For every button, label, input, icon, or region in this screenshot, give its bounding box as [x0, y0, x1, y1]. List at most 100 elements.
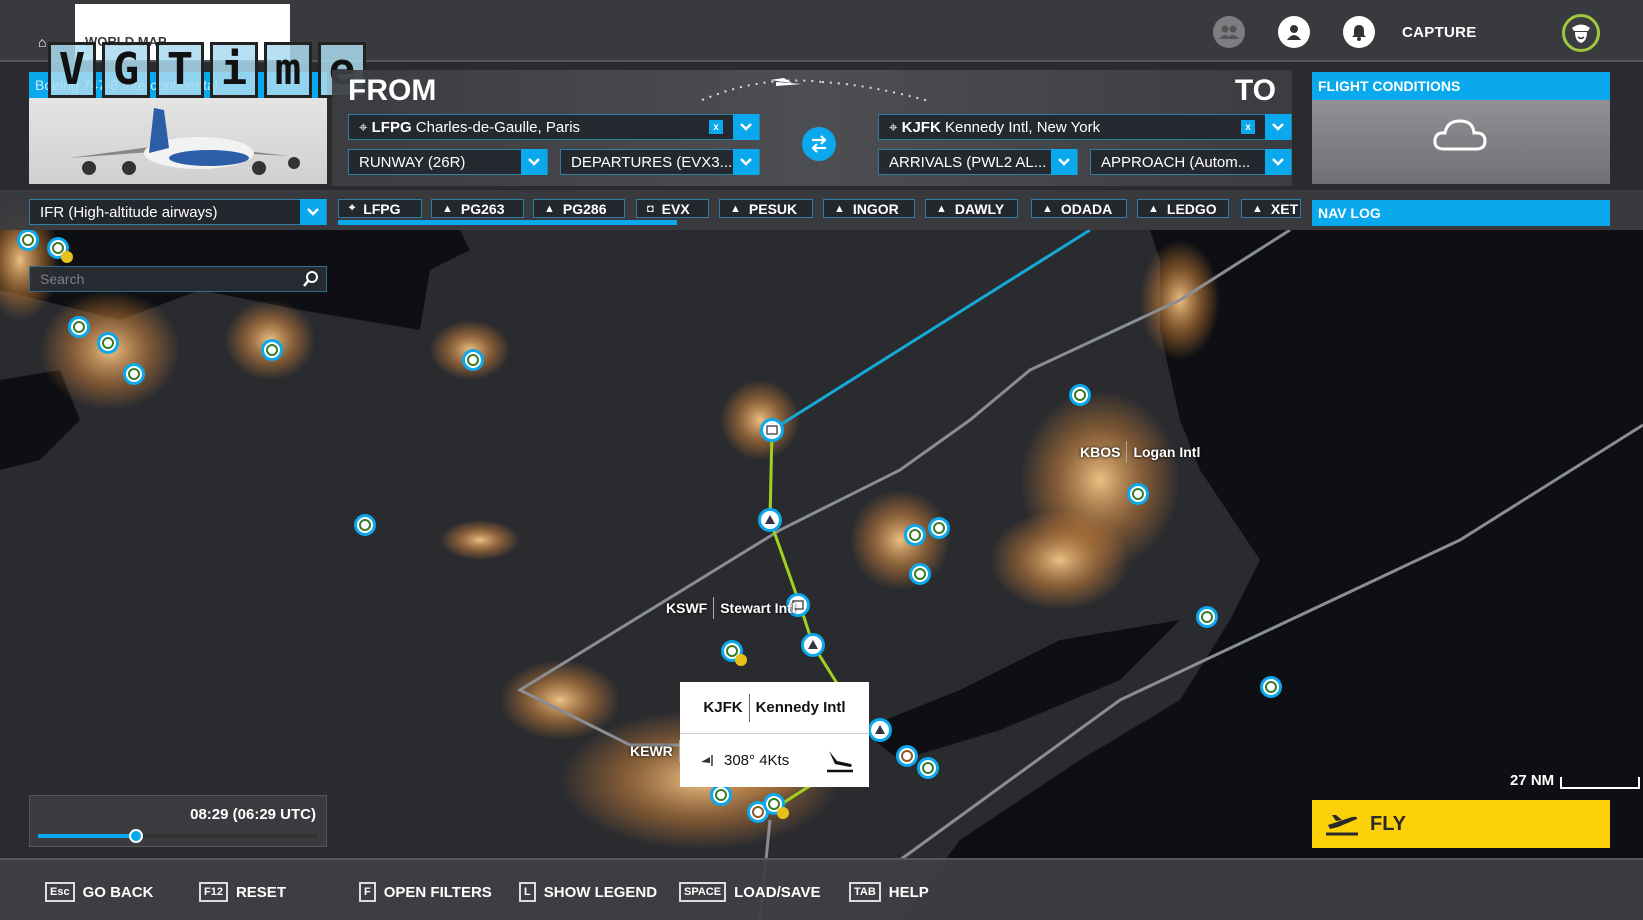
help-hint[interactable]: TAB HELP: [849, 882, 929, 902]
search-field[interactable]: Search: [29, 266, 327, 292]
airport-marker-kbos: [1127, 483, 1149, 505]
popup-header: KJFK Kennedy Intl: [680, 682, 869, 734]
show-legend-hint[interactable]: L SHOW LEGEND: [519, 882, 657, 902]
triangle-icon: ▲: [730, 202, 741, 215]
popup-name: Kennedy Intl: [755, 699, 846, 716]
profile-icon[interactable]: [1278, 16, 1310, 48]
nav-log-button[interactable]: NAV LOG: [1312, 200, 1610, 226]
time-slider[interactable]: [38, 829, 318, 843]
runway-select[interactable]: RUNWAY (26R): [348, 149, 548, 175]
to-title: TO: [1234, 74, 1276, 107]
target-icon: ⌖: [349, 202, 356, 214]
search-input[interactable]: Search: [30, 271, 302, 287]
chevron-down-icon[interactable]: [1051, 149, 1077, 175]
chevron-down-icon[interactable]: [300, 199, 326, 225]
airport-marker: [68, 316, 90, 338]
clear-arrival-button[interactable]: x: [1241, 120, 1255, 134]
map-label-kswf[interactable]: KSWF Stewart Intl: [666, 597, 796, 619]
waypoint-chip[interactable]: ▲ ODADA: [1031, 199, 1127, 218]
triangle-icon: ▲: [544, 202, 555, 215]
chevron-down-icon[interactable]: [1265, 114, 1291, 140]
notifications-icon[interactable]: [1343, 16, 1375, 48]
go-back-hint[interactable]: Esc GO BACK: [45, 882, 153, 902]
wind-readout: 308° 4Kts: [724, 751, 790, 769]
fly-button[interactable]: FLY: [1312, 800, 1610, 848]
triangle-icon: ▲: [936, 202, 947, 215]
approach-select[interactable]: APPROACH (Autom...: [1090, 149, 1292, 175]
airport-marker: [261, 339, 283, 361]
key-space: SPACE: [679, 882, 727, 902]
arrival-code: KJFK: [901, 118, 941, 136]
chevron-down-icon[interactable]: [733, 149, 759, 175]
arrival-airport-field[interactable]: ⌖ KJFK Kennedy Intl, New York x: [878, 114, 1292, 140]
map-scale: 27 NM: [1510, 772, 1641, 789]
airport-marker: [896, 745, 918, 767]
airport-marker: [462, 349, 484, 371]
triangle-icon: ▲: [442, 202, 453, 215]
arrival-name: Kennedy Intl, New York: [944, 118, 1101, 136]
key-f12: F12: [199, 882, 228, 902]
reset-hint[interactable]: F12 RESET: [199, 882, 286, 902]
waypoint-chip[interactable]: ▲ PESUK: [719, 199, 813, 218]
arrivals-select[interactable]: ARRIVALS (PWL2 AL...: [878, 149, 1078, 175]
key-esc: Esc: [45, 882, 75, 902]
flight-conditions-panel[interactable]: FLIGHT CONDITIONS: [1312, 72, 1610, 184]
airport-marker: [710, 784, 732, 806]
waypoint-chip[interactable]: ⌖ LFPG: [338, 199, 422, 218]
airport-marker: [909, 563, 931, 585]
key-tab: TAB: [849, 882, 881, 902]
map-label-kbos[interactable]: KBOS Logan Intl: [1080, 441, 1200, 463]
popup-code: KJFK: [703, 699, 743, 716]
waypoint-chip[interactable]: ▲ INGOR: [823, 199, 915, 218]
search-icon[interactable]: [302, 270, 320, 288]
map-label-kewr[interactable]: KEWR: [630, 740, 680, 762]
departure-code: LFPG: [371, 118, 412, 136]
takeoff-icon: [1326, 815, 1358, 836]
waypoint-chip[interactable]: ▲ XET: [1241, 199, 1301, 218]
airport-marker: [123, 363, 145, 385]
vor-marker: [760, 418, 784, 442]
target-icon: ⌖: [889, 118, 898, 136]
airport-marker: [917, 757, 939, 779]
windsock-icon: [701, 755, 713, 766]
airport-marker: [904, 524, 926, 546]
waypoint-scrollbar[interactable]: [338, 220, 677, 225]
triangle-icon: ▲: [1252, 202, 1263, 215]
waypoint-chip[interactable]: ▲ PG263: [431, 199, 524, 218]
departure-airport-field[interactable]: ⌖ LFPG Charles-de-Gaulle, Paris x: [348, 114, 760, 140]
swap-airports-button[interactable]: [802, 127, 836, 161]
pilot-avatar-icon[interactable]: [1562, 14, 1600, 52]
capture-button[interactable]: CAPTURE: [1402, 24, 1477, 41]
waypoint-chip[interactable]: ▲ DAWLY: [925, 199, 1018, 218]
airport-marker: [928, 517, 950, 539]
airport-marker: [1196, 606, 1218, 628]
airport-marker: [97, 332, 119, 354]
flight-mode-select[interactable]: IFR (High-altitude airways): [29, 199, 327, 225]
plane-icon: [770, 78, 802, 86]
chevron-down-icon[interactable]: [521, 149, 547, 175]
triangle-icon: ▲: [1148, 202, 1159, 215]
clear-departure-button[interactable]: x: [709, 120, 723, 134]
airport-marker: [1069, 384, 1091, 406]
departure-name: Charles-de-Gaulle, Paris: [415, 118, 581, 136]
cloud-icon: [1433, 119, 1487, 151]
watermark-logo: V G T i m e: [48, 42, 366, 98]
from-title: FROM: [348, 74, 437, 107]
friends-icon[interactable]: [1213, 16, 1245, 48]
waypoint-marker: [758, 508, 782, 532]
airport-popup[interactable]: KJFK Kennedy Intl 308° 4Kts: [680, 682, 869, 787]
time-panel: 08:29 (06:29 UTC): [29, 795, 327, 847]
waypoint-marker: [868, 718, 892, 742]
chevron-down-icon[interactable]: [733, 114, 759, 140]
vor-icon: ◘: [647, 202, 654, 215]
waypoint-chip[interactable]: ▲ LEDGO: [1137, 199, 1229, 218]
chevron-down-icon[interactable]: [1265, 149, 1291, 175]
open-filters-hint[interactable]: F OPEN FILTERS: [359, 882, 492, 902]
waypoint-chip[interactable]: ▲ PG286: [533, 199, 625, 218]
waypoint-chip[interactable]: ◘ EVX: [636, 199, 709, 218]
departures-select[interactable]: DEPARTURES (EVX3...: [560, 149, 760, 175]
popup-weather: 308° 4Kts: [680, 734, 869, 786]
load-save-hint[interactable]: SPACE LOAD/SAVE: [679, 882, 821, 902]
target-icon: ⌖: [359, 118, 368, 136]
time-slider-thumb[interactable]: [129, 829, 143, 843]
